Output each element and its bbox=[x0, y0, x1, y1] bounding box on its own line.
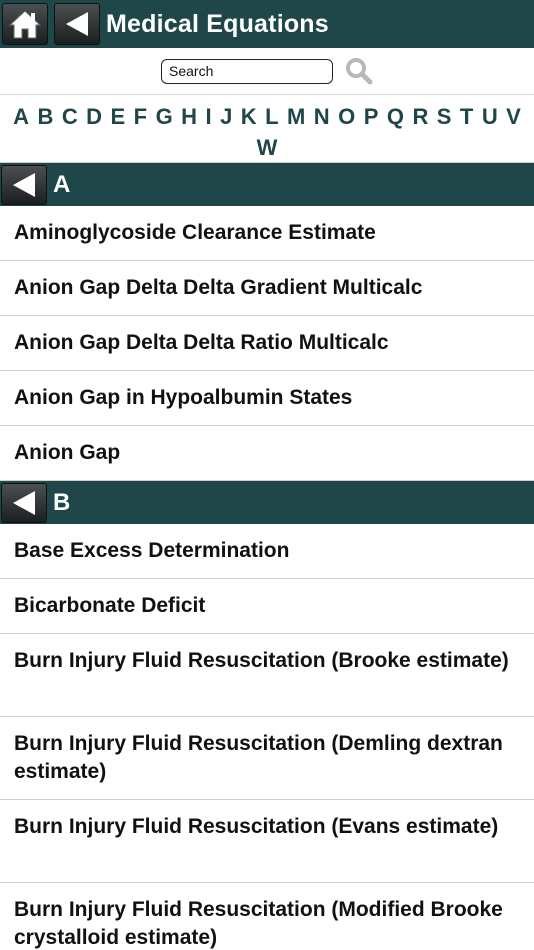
search-bar bbox=[0, 48, 534, 95]
alphabet-index: A B C D E F G H I J K L M N O P Q R S T … bbox=[0, 95, 534, 191]
search-button[interactable] bbox=[345, 57, 373, 85]
list-item[interactable]: Anion Gap bbox=[0, 426, 534, 481]
index-letter-d[interactable]: D bbox=[86, 103, 102, 131]
index-letter-y[interactable]: Y bbox=[260, 165, 275, 193]
list-item[interactable]: Burn Injury Fluid Resuscitation (Modifie… bbox=[0, 883, 534, 950]
index-letter-q[interactable]: Q bbox=[387, 103, 404, 131]
index-letter-i[interactable]: I bbox=[205, 103, 211, 131]
section-letter: B bbox=[53, 488, 71, 516]
back-button[interactable] bbox=[54, 3, 100, 45]
index-letter-e[interactable]: E bbox=[111, 103, 126, 131]
section-b-back-button[interactable] bbox=[1, 482, 47, 523]
index-letter-s[interactable]: S bbox=[437, 103, 452, 131]
index-letter-u[interactable]: U bbox=[482, 103, 498, 131]
list-item[interactable]: Anion Gap Delta Delta Gradient Multicalc bbox=[0, 261, 534, 316]
index-letter-k[interactable]: K bbox=[241, 103, 257, 131]
list-item[interactable]: Anion Gap Delta Delta Ratio Multicalc bbox=[0, 316, 534, 371]
index-letter-c[interactable]: C bbox=[62, 103, 78, 131]
index-letter-o[interactable]: O bbox=[338, 103, 355, 131]
page-title: Medical Equations bbox=[106, 9, 329, 38]
list-item[interactable]: Anion Gap in Hypoalbumin States bbox=[0, 371, 534, 426]
index-letter-j[interactable]: J bbox=[220, 103, 232, 131]
home-button[interactable] bbox=[2, 3, 48, 45]
index-letter-t[interactable]: T bbox=[460, 103, 473, 131]
list-item[interactable]: Base Excess Determination bbox=[0, 524, 534, 579]
list-item[interactable]: Burn Injury Fluid Resuscitation (Brooke … bbox=[0, 634, 534, 717]
magnifier-icon bbox=[346, 58, 373, 85]
index-letter-n[interactable]: N bbox=[314, 103, 330, 131]
section-a-back-button[interactable] bbox=[1, 164, 47, 205]
list-item[interactable]: Burn Injury Fluid Resuscitation (Evans e… bbox=[0, 800, 534, 883]
list-item[interactable]: Aminoglycoside Clearance Estimate bbox=[0, 206, 534, 261]
section-letter: A bbox=[53, 170, 71, 198]
back-arrow-icon bbox=[13, 172, 35, 197]
back-arrow-icon bbox=[66, 12, 88, 36]
list-item[interactable]: Burn Injury Fluid Resuscitation (Demling… bbox=[0, 717, 534, 800]
alphabet-line-1: A B C D E F G H I J K L M N O P Q R S T … bbox=[0, 103, 534, 165]
index-letter-a[interactable]: A bbox=[13, 103, 29, 131]
index-letter-l[interactable]: L bbox=[265, 103, 278, 131]
index-letter-v[interactable]: V bbox=[506, 103, 521, 131]
index-letter-r[interactable]: R bbox=[412, 103, 428, 131]
index-letter-x[interactable]: X bbox=[237, 165, 252, 193]
section-header-b: B bbox=[0, 481, 534, 524]
index-letter-w[interactable]: W bbox=[257, 134, 278, 162]
medical-equations-app: Medical Equations A B C D E F G H I J K … bbox=[0, 0, 534, 950]
search-input[interactable] bbox=[161, 58, 333, 84]
index-letter-z[interactable]: Z bbox=[283, 165, 296, 193]
index-letter-g[interactable]: G bbox=[156, 103, 173, 131]
index-letter-f[interactable]: F bbox=[134, 103, 147, 131]
index-letter-b[interactable]: B bbox=[37, 103, 53, 131]
index-letter-m[interactable]: M bbox=[287, 103, 305, 131]
top-bar: Medical Equations bbox=[0, 0, 534, 48]
back-arrow-icon bbox=[13, 490, 35, 515]
list-item[interactable]: Bicarbonate Deficit bbox=[0, 579, 534, 634]
index-letter-p[interactable]: P bbox=[364, 103, 379, 131]
home-icon bbox=[8, 10, 42, 39]
index-letter-h[interactable]: H bbox=[181, 103, 197, 131]
